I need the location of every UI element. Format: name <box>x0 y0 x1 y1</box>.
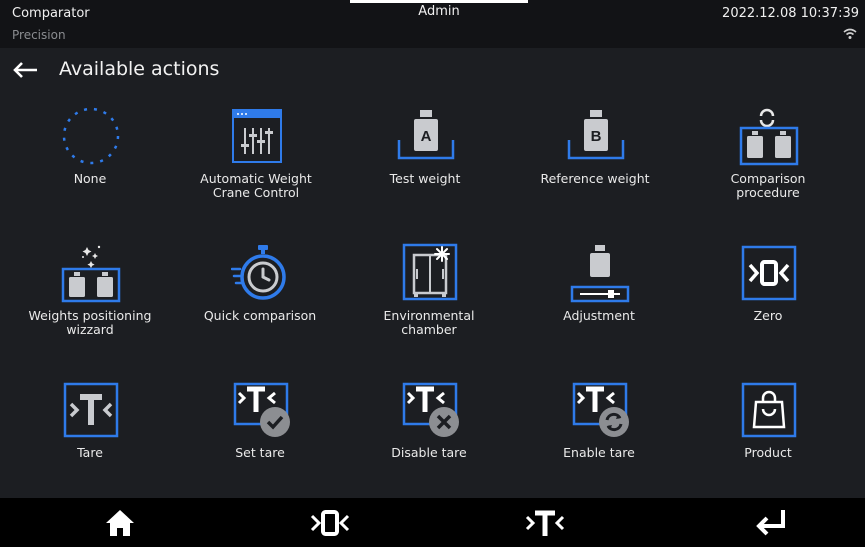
weight-b-icon: B <box>567 110 625 160</box>
status-bar: Comparator Precision Admin 2022.12.08 10… <box>0 0 865 48</box>
sparkle-weights-icon <box>61 245 121 303</box>
action-label: Enable tare <box>563 445 635 460</box>
action-automatic-weight-crane-control[interactable]: Automatic Weight Crane Control <box>171 92 341 212</box>
action-disable-tare[interactable]: Disable tare <box>344 366 514 486</box>
zero-icon <box>310 510 350 536</box>
action-label: Environmental chamber <box>383 308 475 337</box>
svg-text:A: A <box>421 128 432 145</box>
tare-button[interactable] <box>480 498 600 547</box>
page-title: Available actions <box>59 58 220 80</box>
disable-tare-icon <box>402 382 459 437</box>
enter-button[interactable] <box>710 498 830 547</box>
stopwatch-icon <box>231 245 286 300</box>
action-reference-weight[interactable]: B Reference weight <box>510 92 680 212</box>
app-name: Comparator <box>12 6 90 21</box>
tare-icon <box>63 382 119 438</box>
action-quick-comparison[interactable]: Quick comparison <box>175 229 345 349</box>
enter-icon <box>756 510 785 536</box>
comparison-weights-icon <box>739 108 799 166</box>
empty-circle-icon <box>62 107 120 165</box>
home-button[interactable] <box>60 498 180 547</box>
svg-text:B: B <box>591 128 602 145</box>
actions-grid: None Automatic Weight Crane Control A Te… <box>0 92 865 496</box>
action-weights-positioning-wizzard[interactable]: Weights positioning wizzard <box>5 229 175 349</box>
action-label: Set tare <box>235 445 285 460</box>
header: Available actions <box>0 48 865 92</box>
action-label: Tare <box>77 445 103 460</box>
back-arrow-icon[interactable] <box>10 56 40 84</box>
action-label: Quick comparison <box>203 308 317 323</box>
bottom-nav <box>0 498 865 547</box>
action-label: Comparison procedure <box>730 171 806 200</box>
action-label: Reference weight <box>540 171 650 186</box>
adjustment-scale-icon <box>570 245 630 303</box>
home-icon <box>106 510 134 536</box>
climate-chamber-icon <box>402 243 458 301</box>
sliders-window-icon <box>232 109 282 163</box>
action-comparison-procedure[interactable]: Comparison procedure <box>683 92 853 212</box>
zero-icon <box>741 245 797 301</box>
action-label: Adjustment <box>563 308 635 323</box>
user-tab[interactable]: Admin <box>350 0 528 20</box>
action-set-tare[interactable]: Set tare <box>175 366 345 486</box>
action-test-weight[interactable]: A Test weight <box>340 92 510 212</box>
wifi-icon <box>843 28 857 39</box>
action-label: Zero <box>753 308 783 323</box>
weight-a-icon: A <box>397 110 455 160</box>
tare-icon <box>525 510 565 536</box>
action-label: Disable tare <box>391 445 467 460</box>
shopping-bag-icon <box>741 382 797 438</box>
zero-button[interactable] <box>265 498 385 547</box>
action-label: Product <box>744 445 792 460</box>
action-tare[interactable]: Tare <box>5 366 175 486</box>
action-label: None <box>73 171 107 186</box>
profile-name: Precision <box>12 28 66 42</box>
action-product[interactable]: Product <box>683 366 853 486</box>
action-environmental-chamber[interactable]: Environmental chamber <box>344 229 514 349</box>
action-enable-tare[interactable]: Enable tare <box>514 366 684 486</box>
action-label: Automatic Weight Crane Control <box>200 171 312 200</box>
action-adjustment[interactable]: Adjustment <box>514 229 684 349</box>
action-none[interactable]: None <box>5 92 175 212</box>
enable-tare-icon <box>572 382 629 437</box>
action-label: Test weight <box>389 171 461 186</box>
datetime: 2022.12.08 10:37:39 <box>722 6 859 21</box>
action-zero[interactable]: Zero <box>683 229 853 349</box>
action-label: Weights positioning wizzard <box>28 308 152 337</box>
set-tare-icon <box>233 382 290 437</box>
